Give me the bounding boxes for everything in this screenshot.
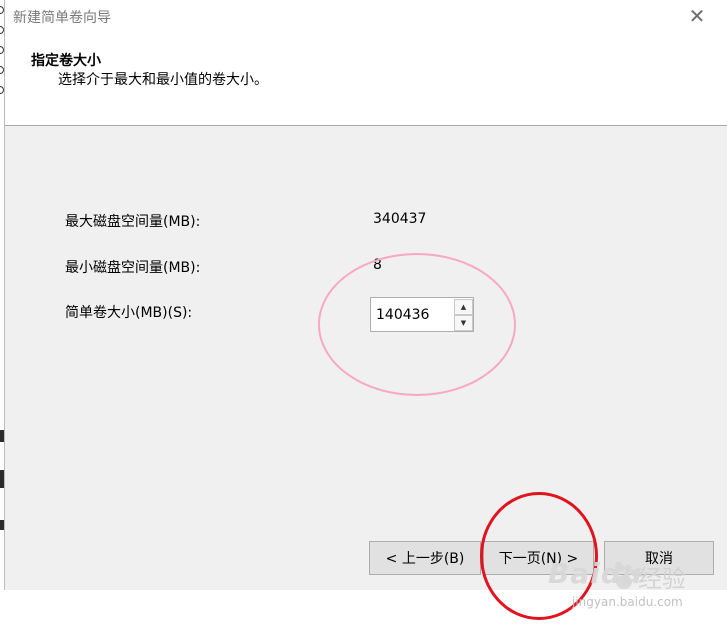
page-subtitle: 选择介于最大和最小值的卷大小。 — [58, 72, 268, 88]
watermark-url: jingyan.baidu.com — [572, 595, 683, 609]
page-title: 指定卷大小 — [31, 53, 101, 69]
close-icon[interactable]: ✕ — [674, 0, 720, 32]
max-space-label: 最大磁盘空间量(MB): — [65, 214, 201, 230]
back-button[interactable]: < 上一步(B) — [369, 541, 481, 575]
max-space-value: 340437 — [373, 211, 427, 227]
paw-icon — [611, 564, 638, 589]
wizard-header: 指定卷大小 选择介于最大和最小值的卷大小。 — [5, 34, 727, 126]
watermark-text: 经验 — [638, 565, 686, 593]
pink-highlight-ellipse — [318, 253, 516, 396]
baidu-jingyan-watermark: Baidu 经验 jingyan.baidu.com — [548, 557, 723, 627]
window-title: 新建简单卷向导 — [13, 10, 111, 26]
volume-size-label: 简单卷大小(MB)(S): — [65, 305, 193, 321]
min-space-label: 最小磁盘空间量(MB): — [65, 260, 201, 276]
title-bar[interactable]: 新建简单卷向导 ✕ — [5, 0, 727, 34]
